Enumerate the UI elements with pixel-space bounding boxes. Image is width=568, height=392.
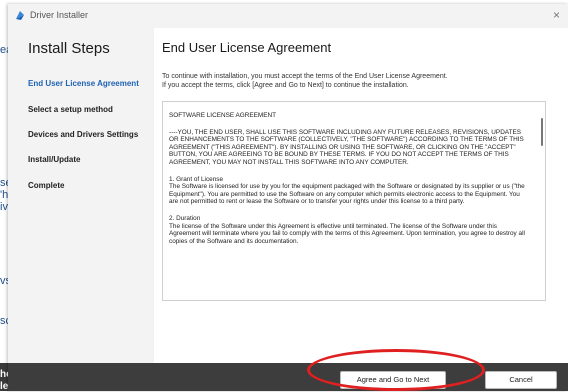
license-paragraph: The license of the Software under this A… bbox=[169, 222, 525, 245]
intro-text: To continue with installation, you must … bbox=[162, 72, 542, 90]
license-heading: SOFTWARE LICENSE AGREEMENT bbox=[169, 112, 276, 119]
button-bar: Agree and Go to Next Cancel bbox=[8, 363, 568, 391]
step-devices-and-drivers-settings[interactable]: Devices and Drivers Settings bbox=[28, 130, 138, 139]
step-complete[interactable]: Complete bbox=[28, 181, 64, 190]
scrollbar-thumb[interactable] bbox=[541, 118, 543, 146]
page-title: End User License Agreement bbox=[162, 40, 332, 55]
cancel-button[interactable]: Cancel bbox=[485, 371, 557, 389]
intro-line: To continue with installation, you must … bbox=[162, 73, 448, 80]
app-icon bbox=[16, 11, 24, 20]
window-title: Driver Installer bbox=[30, 10, 89, 20]
intro-line: If you accept the terms, click [Agree an… bbox=[162, 82, 409, 89]
license-text-box[interactable]: SOFTWARE LICENSE AGREEMENT ----YOU, THE … bbox=[162, 101, 546, 301]
background-text-fragment: 'h bbox=[0, 189, 9, 201]
license-content: SOFTWARE LICENSE AGREEMENT ----YOU, THE … bbox=[169, 112, 527, 254]
background-text-fragment: iv bbox=[0, 201, 8, 213]
agree-and-next-button[interactable]: Agree and Go to Next bbox=[340, 371, 446, 389]
section-title: 1. Grant of License bbox=[169, 175, 223, 183]
step-install-update[interactable]: Install/Update bbox=[28, 155, 80, 164]
sidebar-title: Install Steps bbox=[28, 40, 110, 57]
installer-window: Driver Installer × Install Steps End Use… bbox=[8, 4, 568, 391]
license-paragraph: The Software is licensed for use by you … bbox=[169, 183, 525, 206]
step-end-user-license-agreement[interactable]: End User License Agreement bbox=[28, 79, 139, 88]
license-paragraph: ----YOU, THE END USER, SHALL USE THIS SO… bbox=[169, 128, 524, 166]
title-bar: Driver Installer × bbox=[8, 4, 568, 28]
section-title: 2. Duration bbox=[169, 214, 201, 222]
steps-sidebar: Install Steps End User License Agreement… bbox=[8, 28, 154, 363]
main-content: End User License Agreement To continue w… bbox=[154, 28, 568, 363]
step-select-setup-method[interactable]: Select a setup method bbox=[28, 105, 113, 114]
close-icon[interactable]: × bbox=[553, 8, 560, 22]
